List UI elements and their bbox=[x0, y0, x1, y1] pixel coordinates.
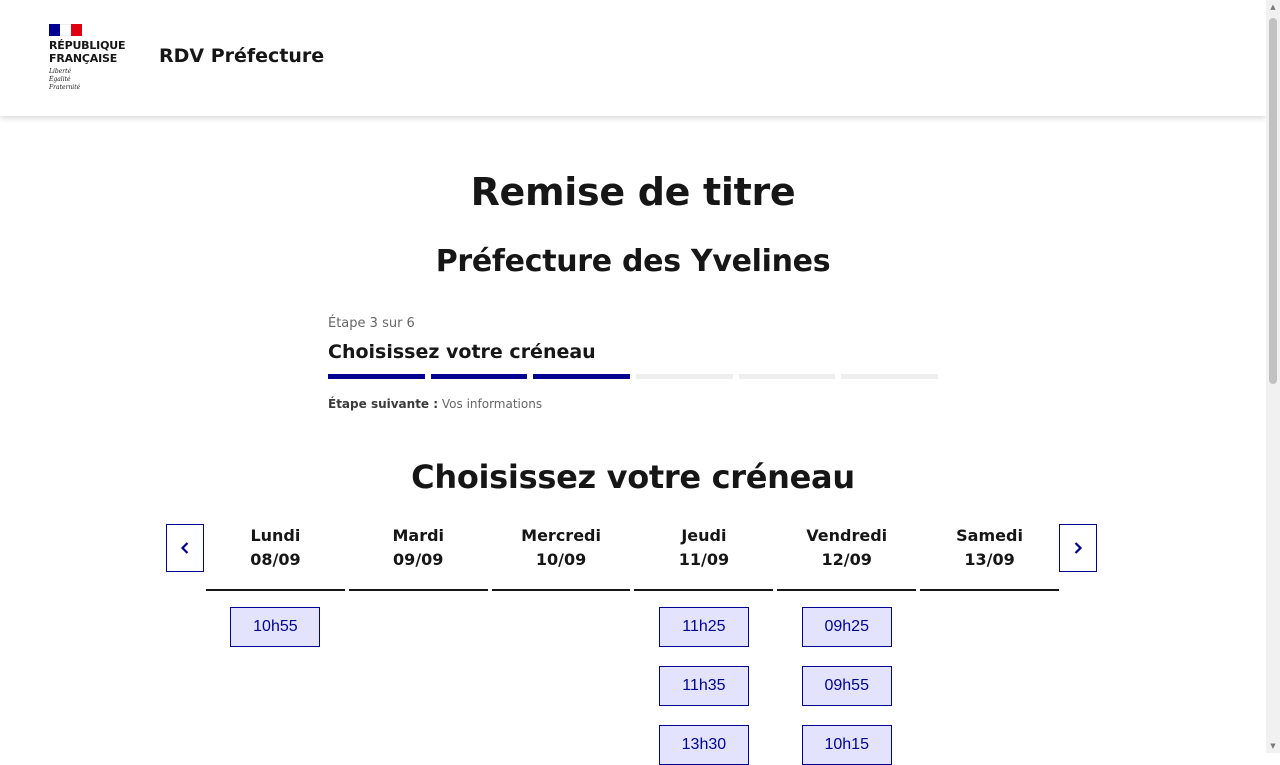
chevron-left-icon bbox=[180, 542, 189, 554]
day-slots: 10h55 bbox=[206, 607, 345, 647]
scroll-down-arrow-icon[interactable]: ▼ bbox=[1266, 739, 1280, 753]
day-slots: 11h25 11h35 13h30 bbox=[634, 607, 773, 765]
republique-francaise-logo[interactable]: RÉPUBLIQUE FRANÇAISE Liberté Égalité Fra… bbox=[49, 24, 139, 92]
time-slot-button[interactable]: 10h55 bbox=[230, 607, 321, 647]
day-name: Vendredi bbox=[806, 526, 888, 545]
republique-francaise-text: RÉPUBLIQUE FRANÇAISE bbox=[49, 39, 126, 65]
day-header: Vendredi 12/09 bbox=[777, 524, 917, 591]
day-name: Lundi bbox=[250, 526, 301, 545]
stepper-bar-3 bbox=[533, 374, 631, 379]
day-column: Mardi 09/09 bbox=[348, 524, 488, 765]
stepper-state: Étape 3 sur 6 bbox=[328, 316, 415, 331]
day-name: Mercredi bbox=[521, 526, 601, 545]
next-week-button[interactable] bbox=[1059, 524, 1097, 572]
stepper-bar-5 bbox=[738, 374, 836, 379]
day-date: 09/09 bbox=[393, 550, 444, 569]
day-header: Lundi 08/09 bbox=[206, 524, 345, 591]
day-slots: 09h25 09h55 10h15 bbox=[777, 607, 916, 765]
day-date: 08/09 bbox=[250, 550, 301, 569]
time-slot-button[interactable]: 10h15 bbox=[801, 725, 892, 765]
day-name: Mardi bbox=[392, 526, 445, 545]
time-slot-button[interactable]: 11h35 bbox=[658, 666, 749, 706]
day-date: 13/09 bbox=[964, 550, 1015, 569]
day-date: 12/09 bbox=[821, 550, 872, 569]
stepper-bar-1 bbox=[328, 374, 425, 379]
day-column: Jeudi 11/09 11h25 11h35 13h30 bbox=[634, 524, 774, 765]
next-step-value: Vos informations bbox=[438, 397, 543, 411]
marianne-flag-icon bbox=[49, 24, 82, 36]
day-column: Mercredi 10/09 bbox=[491, 524, 631, 765]
stepper: Étape 3 sur 6 Choisissez votre créneau É… bbox=[328, 316, 939, 411]
day-column: Vendredi 12/09 09h25 09h55 10h15 bbox=[777, 524, 917, 765]
scroll-thumb[interactable] bbox=[1269, 18, 1277, 384]
previous-week-button[interactable] bbox=[166, 524, 204, 572]
next-step-label: Étape suivante : bbox=[328, 397, 439, 411]
stepper-bar-6 bbox=[841, 374, 939, 379]
day-date: 11/09 bbox=[678, 550, 730, 569]
stepper-bar-2 bbox=[430, 374, 528, 379]
stepper-next-step: Étape suivante : Vos informations bbox=[328, 397, 938, 411]
stepper-bar-4 bbox=[636, 374, 733, 379]
day-header: Mercredi 10/09 bbox=[491, 524, 631, 591]
page-scrollbar[interactable]: ▲ ▼ bbox=[1266, 0, 1280, 753]
day-header: Samedi 13/09 bbox=[920, 524, 1059, 591]
day-name: Jeudi bbox=[681, 526, 727, 545]
stepper-progress bbox=[328, 374, 939, 379]
time-slot-button[interactable]: 09h25 bbox=[801, 607, 892, 647]
time-slot-button[interactable]: 11h25 bbox=[658, 607, 749, 647]
service-title[interactable]: RDV Préfecture bbox=[159, 45, 324, 67]
day-name: Samedi bbox=[956, 526, 1023, 545]
calendar-title: Choisissez votre créneau bbox=[411, 458, 855, 496]
day-date: 10/09 bbox=[535, 550, 587, 569]
page-subtitle: Préfecture des Yvelines bbox=[435, 244, 831, 279]
day-header: Jeudi 11/09 bbox=[634, 524, 774, 591]
motto-text: Liberté Égalité Fraternité bbox=[49, 68, 81, 91]
calendar-days: Lundi 08/09 10h55 Mardi 09/09 Mercredi 10/09 Je… bbox=[206, 524, 1059, 765]
page-title: Remise de titre bbox=[470, 170, 796, 214]
chevron-right-icon bbox=[1074, 542, 1083, 554]
day-header: Mardi 09/09 bbox=[348, 524, 488, 591]
site-header: RÉPUBLIQUE FRANÇAISE Liberté Égalité Fra… bbox=[0, 0, 1266, 116]
time-slot-button[interactable]: 09h55 bbox=[801, 666, 892, 706]
stepper-title: Choisissez votre créneau bbox=[328, 341, 596, 363]
day-column: Lundi 08/09 10h55 bbox=[206, 524, 345, 765]
time-slot-button[interactable]: 13h30 bbox=[658, 725, 749, 765]
scroll-up-arrow-icon[interactable]: ▲ bbox=[1266, 0, 1280, 14]
day-column: Samedi 13/09 bbox=[920, 524, 1059, 765]
